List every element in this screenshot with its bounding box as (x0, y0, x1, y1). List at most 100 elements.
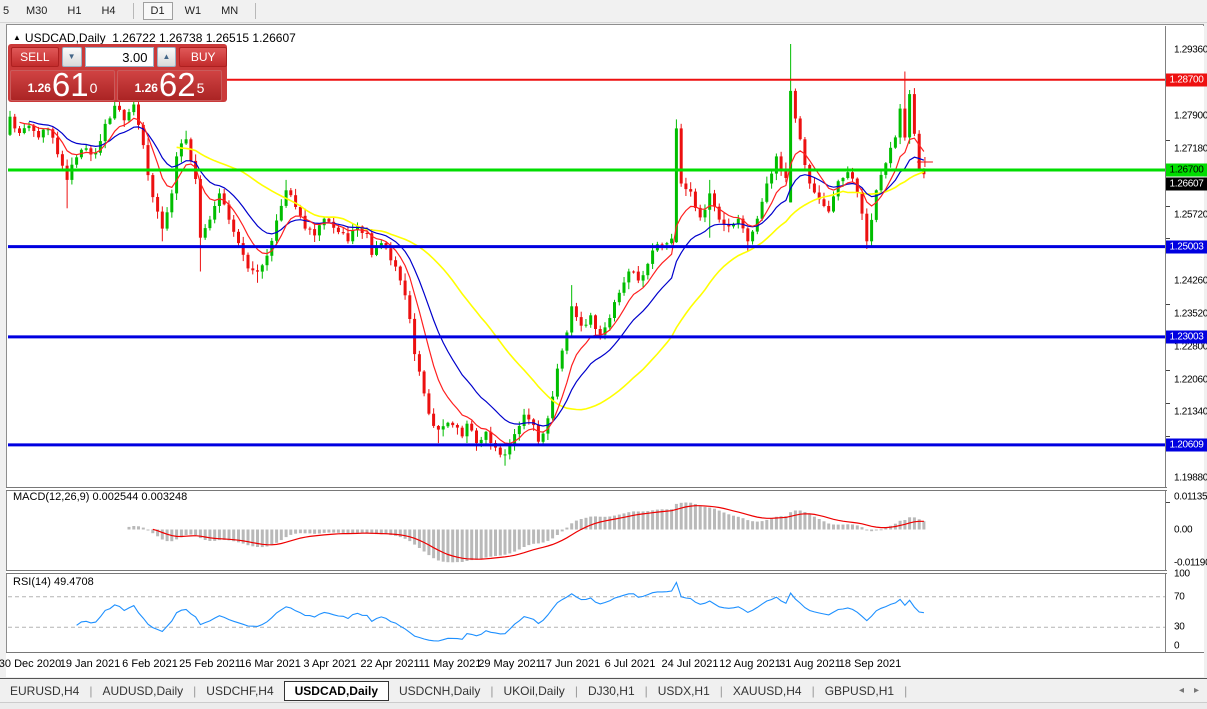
macd-label: MACD(12,26,9) 0.002544 0.003248 (13, 491, 188, 503)
tab-scroll-controls: ◂ ▸ (1179, 685, 1199, 696)
date-label: 11 May 2021 (418, 658, 482, 670)
price-badge-1-23003: 1.23003 (1166, 330, 1207, 344)
time-axis[interactable]: 30 Dec 2020 19 Jan 2021 6 Feb 2021 25 Feb 2… (0, 653, 1204, 677)
date-label: 31 Aug 2021 (779, 658, 841, 670)
one-click-trading-panel: SELL ▼ ▲ BUY 1.26 61 0 1.26 62 5 (8, 44, 227, 102)
chart-tab-ukoil[interactable]: UKOil,Daily (493, 681, 574, 701)
rsi-level-lines (8, 596, 1165, 628)
price-badge-1-20609: 1.20609 (1166, 438, 1207, 452)
chart-tab-usdchf[interactable]: USDCHF,H4 (196, 681, 283, 701)
buy-price-prefix: 1.26 (134, 81, 158, 95)
price-badge-1-26700: 1.26700 (1166, 163, 1207, 177)
timeframe-button-d1[interactable]: D1 (142, 2, 173, 20)
chart-tab-bar: EURUSD,H4 | AUDUSD,Daily | USDCHF,H4 USDCAD,D… (0, 678, 1207, 702)
sell-price-prefix: 1.26 (27, 81, 51, 95)
macd-axis-label: 0.00 (1174, 524, 1193, 535)
tab-scroll-left-icon[interactable]: ◂ (1179, 685, 1184, 696)
date-label: 29 May 2021 (478, 658, 542, 670)
price-tick-label: 1.19880 (1174, 472, 1207, 484)
rsi-line (76, 581, 924, 642)
price-level-lines (8, 78, 1165, 447)
macd-axis-label: -0.01190 (1174, 557, 1207, 569)
tab-scroll-right-icon[interactable]: ▸ (1194, 685, 1199, 696)
chart-tab-eurusd[interactable]: EURUSD,H4 (0, 681, 89, 701)
spinner-down-icon: ▼ (67, 52, 76, 61)
date-label: 30 Dec 2020 (0, 658, 62, 670)
chart-tab-usdcnh[interactable]: USDCNH,Daily (389, 681, 490, 701)
date-label: 6 Jul 2021 (604, 658, 656, 670)
price-tick-label: 1.27180 (1174, 143, 1207, 155)
rsi-pane-splitter[interactable] (6, 570, 1204, 574)
status-strip (0, 702, 1207, 709)
price-badge-1-26607: 1.26607 (1166, 177, 1207, 191)
price-tick-mark (1166, 238, 1170, 240)
date-label: 24 Jul 2021 (661, 658, 719, 670)
price-tick-mark (1166, 403, 1170, 405)
price-chart-canvas[interactable] (8, 26, 1166, 652)
toolbar-separator (132, 3, 134, 19)
price-tick-mark (1166, 435, 1170, 437)
date-label: 12 Aug 2021 (719, 658, 781, 670)
candlesticks (8, 44, 926, 466)
date-label: 17 Jun 2021 (539, 658, 601, 670)
rsi-axis-label: 100 (1174, 568, 1190, 580)
chart-symbol-period: USDCAD,Daily (24, 31, 106, 45)
chart-tab-usdcad[interactable]: USDCAD,Daily (283, 680, 389, 701)
price-badge-1-28700: 1.28700 (1166, 73, 1207, 87)
date-label: 3 Apr 2021 (303, 658, 357, 670)
lot-decrease-button[interactable]: ▼ (61, 47, 82, 67)
date-label: 25 Feb 2021 (179, 658, 241, 670)
chart-tab-usdx[interactable]: USDX,H1 (648, 681, 720, 701)
lot-size-input[interactable] (84, 47, 154, 67)
price-tick-label: 1.21340 (1174, 406, 1207, 418)
toolbar-separator (255, 3, 257, 19)
price-tick-label: 1.27900 (1174, 110, 1207, 122)
price-tick-label: 1.24260 (1174, 275, 1207, 287)
date-label: 19 Jan 2021 (59, 658, 121, 670)
timeframe-button-mn[interactable]: MN (213, 2, 246, 20)
spinner-up-icon: ▲ (162, 52, 171, 61)
price-tick-label: 1.25720 (1174, 209, 1207, 221)
tab-separator: | (904, 683, 908, 698)
price-tick-label: 1.23520 (1174, 308, 1207, 320)
date-label: 16 Mar 2021 (239, 658, 301, 670)
buy-price-pip: 5 (196, 80, 205, 96)
rsi-label: RSI(14) 49.4708 (13, 576, 94, 588)
trade-panel-quotes: 1.26 61 0 1.26 62 5 (8, 66, 227, 103)
rsi-axis-label: 70 (1174, 591, 1185, 603)
buy-button[interactable]: BUY (179, 47, 227, 67)
trade-panel-controls: SELL ▼ ▲ BUY (8, 46, 227, 68)
lot-increase-button[interactable]: ▲ (156, 47, 177, 67)
price-tick-mark (1166, 370, 1170, 372)
mt4-window: 5 M30 H1 H4 D1 W1 MN ▲ USDCAD,Daily 1.26722 1.2… (0, 0, 1207, 709)
moving-averages (19, 117, 925, 445)
price-tick-mark (1166, 304, 1170, 306)
price-tick-label: 1.22060 (1174, 374, 1207, 386)
timeframe-button-w1[interactable]: W1 (177, 2, 210, 20)
timeframe-button-m30[interactable]: M30 (18, 2, 55, 20)
chart-title: ▲ USDCAD,Daily 1.26722 1.26738 1.26515 1.… (13, 31, 296, 45)
timeframe-button-5[interactable]: 5 (0, 2, 14, 20)
sell-quote-box[interactable]: 1.26 61 0 (10, 66, 115, 103)
chart-tab-dj30[interactable]: DJ30,H1 (578, 681, 645, 701)
price-tick-mark (1166, 139, 1170, 141)
sell-button[interactable]: SELL (11, 47, 59, 67)
price-badge-1-25003: 1.25003 (1166, 240, 1207, 254)
date-label: 18 Sep 2021 (838, 658, 902, 670)
price-tick-mark (1166, 205, 1170, 207)
buy-quote-box[interactable]: 1.26 62 5 (117, 66, 222, 103)
sell-price-pip: 0 (89, 80, 98, 96)
price-tick-label: 1.29360 (1174, 44, 1207, 56)
sell-price-big: 61 (51, 66, 89, 103)
timeframe-button-h1[interactable]: H1 (59, 2, 89, 20)
chart-tab-gbpusd[interactable]: GBPUSD,H1 (815, 681, 904, 701)
buy-price-big: 62 (158, 66, 196, 103)
rsi-axis-label: 30 (1174, 621, 1185, 633)
chart-tab-audusd[interactable]: AUDUSD,Daily (92, 681, 193, 701)
chart-ohlc-values: 1.26722 1.26738 1.26515 1.26607 (112, 31, 296, 45)
date-label: 6 Feb 2021 (122, 658, 178, 670)
date-label: 22 Apr 2021 (360, 658, 420, 670)
timeframe-button-h4[interactable]: H4 (93, 2, 123, 20)
collapse-arrow-icon[interactable]: ▲ (13, 33, 21, 42)
chart-tab-xauusd[interactable]: XAUUSD,H4 (723, 681, 812, 701)
